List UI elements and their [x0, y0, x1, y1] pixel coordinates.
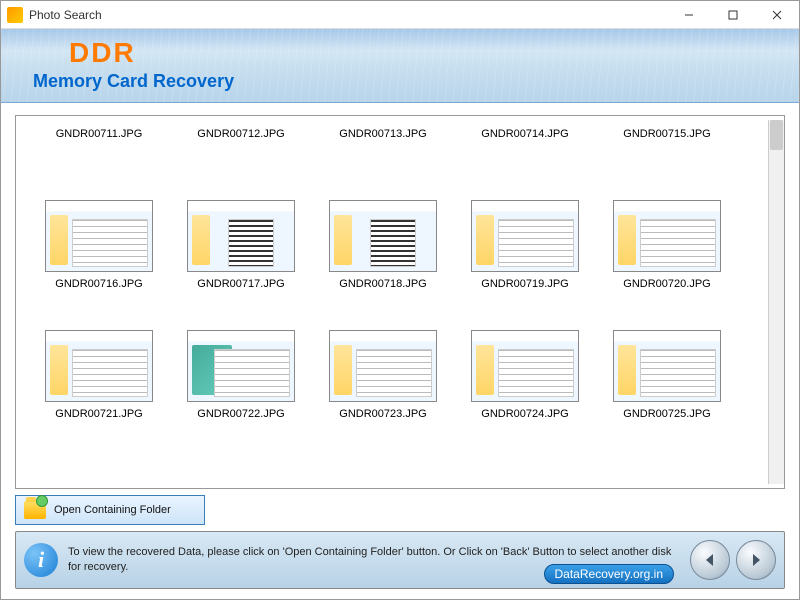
app-window: Photo Search DDR Memory Card Recovery GN…	[0, 0, 800, 600]
scrollbar[interactable]	[768, 120, 784, 484]
info-icon: i	[24, 543, 58, 577]
result-item[interactable]: GNDR00721.JPG	[28, 294, 170, 424]
thumbnail-icon	[471, 330, 579, 402]
thumbnail-icon	[329, 200, 437, 272]
result-label: GNDR00718.JPG	[339, 278, 426, 290]
header-banner: DDR Memory Card Recovery	[1, 29, 799, 103]
result-item[interactable]: GNDR00717.JPG	[170, 164, 312, 294]
thumbnail-icon	[471, 200, 579, 272]
result-label: GNDR00720.JPG	[623, 278, 710, 290]
result-item[interactable]: GNDR00723.JPG	[312, 294, 454, 424]
result-label: GNDR00725.JPG	[623, 408, 710, 420]
result-item[interactable]: GNDR00725.JPG	[596, 294, 738, 424]
result-item[interactable]: GNDR00713.JPG	[312, 124, 454, 164]
content-area: GNDR00711.JPG GNDR00712.JPG GNDR00713.JP…	[1, 103, 799, 529]
result-label: GNDR00719.JPG	[481, 278, 568, 290]
result-item[interactable]: GNDR00714.JPG	[454, 124, 596, 164]
watermark-link[interactable]: DataRecovery.org.in	[544, 564, 675, 584]
results-panel: GNDR00711.JPG GNDR00712.JPG GNDR00713.JP…	[15, 115, 785, 489]
scrollbar-thumb[interactable]	[770, 120, 783, 150]
minimize-button[interactable]	[667, 1, 711, 29]
result-item[interactable]: GNDR00718.JPG	[312, 164, 454, 294]
result-item[interactable]: GNDR00719.JPG	[454, 164, 596, 294]
open-folder-label: Open Containing Folder	[54, 504, 171, 516]
brand-logo: DDR	[69, 37, 779, 69]
thumbnail-icon	[613, 330, 721, 402]
result-label: GNDR00717.JPG	[197, 278, 284, 290]
result-label: GNDR00712.JPG	[197, 128, 284, 140]
window-title: Photo Search	[29, 8, 667, 22]
result-item[interactable]: GNDR00711.JPG	[28, 124, 170, 164]
thumbnail-icon	[613, 200, 721, 272]
open-containing-folder-button[interactable]: Open Containing Folder	[15, 495, 205, 525]
folder-open-icon	[24, 501, 46, 519]
result-label: GNDR00716.JPG	[55, 278, 142, 290]
next-button[interactable]	[736, 540, 776, 580]
result-label: GNDR00724.JPG	[481, 408, 568, 420]
result-label: GNDR00723.JPG	[339, 408, 426, 420]
result-item[interactable]: GNDR00722.JPG	[170, 294, 312, 424]
result-item[interactable]: GNDR00715.JPG	[596, 124, 738, 164]
result-item[interactable]: GNDR00720.JPG	[596, 164, 738, 294]
close-button[interactable]	[755, 1, 799, 29]
result-label: GNDR00711.JPG	[56, 128, 143, 140]
maximize-button[interactable]	[711, 1, 755, 29]
thumbnail-icon	[45, 200, 153, 272]
thumbnail-icon	[187, 200, 295, 272]
result-item[interactable]: GNDR00724.JPG	[454, 294, 596, 424]
thumbnail-icon	[45, 330, 153, 402]
thumbnail-icon	[187, 330, 295, 402]
result-label: GNDR00721.JPG	[55, 408, 142, 420]
result-label: GNDR00713.JPG	[339, 128, 426, 140]
result-label: GNDR00714.JPG	[481, 128, 568, 140]
result-label: GNDR00722.JPG	[197, 408, 284, 420]
result-label: GNDR00715.JPG	[623, 128, 710, 140]
titlebar: Photo Search	[1, 1, 799, 29]
app-icon	[7, 7, 23, 23]
result-item[interactable]: GNDR00716.JPG	[28, 164, 170, 294]
brand-subtitle: Memory Card Recovery	[33, 71, 779, 92]
result-item[interactable]: GNDR00712.JPG	[170, 124, 312, 164]
results-grid: GNDR00711.JPG GNDR00712.JPG GNDR00713.JP…	[16, 116, 784, 432]
back-button[interactable]	[690, 540, 730, 580]
footer-bar: i To view the recovered Data, please cli…	[15, 531, 785, 589]
thumbnail-icon	[329, 330, 437, 402]
